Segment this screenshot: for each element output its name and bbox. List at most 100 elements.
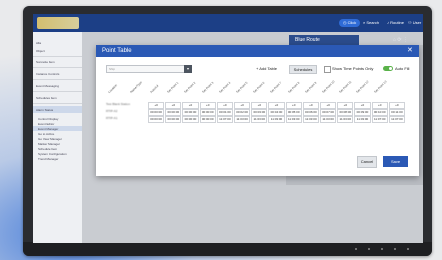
topbar-button-click[interactable]: ◷ Click xyxy=(339,19,361,27)
divider xyxy=(33,67,82,68)
table-cell[interactable]: +0 xyxy=(371,102,388,109)
save-button[interactable]: Save xyxy=(383,156,408,167)
table-cell[interactable]: 00:06:00 xyxy=(302,109,319,116)
sidebar-item[interactable]: Sonnette Item xyxy=(36,59,55,65)
table-cell[interactable]: 00:03:00 xyxy=(251,109,268,116)
table-cell[interactable]: 00:00:00 xyxy=(182,116,199,123)
table-cell[interactable]: +0 xyxy=(148,102,165,109)
app-logo xyxy=(37,17,79,29)
table-cell[interactable]: +0 xyxy=(165,102,182,109)
sidebar: Alla Object Sonnette Item Instance Contr… xyxy=(33,32,83,243)
topbar-button-search[interactable]: ⌕ Search xyxy=(363,19,379,27)
table-cell[interactable]: 11:07:00 xyxy=(388,116,405,123)
table-cell[interactable]: 00:04:00 xyxy=(268,109,285,116)
column-header: Set Point 2 xyxy=(183,80,197,94)
dialog-title: Point Table xyxy=(102,48,132,54)
table-cell[interactable]: 11:03:00 xyxy=(354,116,371,123)
table-select[interactable]: Ship xyxy=(106,65,188,73)
table-cell[interactable]: 00:08:00 xyxy=(337,109,354,116)
column-header: Set Point 1 xyxy=(166,80,180,94)
sidebar-item[interactable]: Schedules Item xyxy=(36,95,57,101)
sidebar-item[interactable]: Instance Controls xyxy=(36,71,59,77)
table-cell[interactable]: +0 xyxy=(182,102,199,109)
topbar-button-routine[interactable]: ♪ Routine xyxy=(387,19,404,27)
table-cell[interactable]: 11:03:00 xyxy=(302,116,319,123)
table-cell[interactable]: +0 xyxy=(199,102,216,109)
table-cell[interactable]: 00:00:00 xyxy=(148,109,165,116)
column-header: Set Point 12 xyxy=(355,79,370,94)
topbar-button-label: Search xyxy=(366,20,380,25)
topbar-button-user[interactable]: ⚇ User xyxy=(408,19,421,27)
point-table-dialog: Point Table ✕ Ship ▾ + Add Table Schedul… xyxy=(96,45,419,176)
column-header: Set Point 8 xyxy=(286,80,300,94)
table-cell[interactable]: 00:10:00 xyxy=(371,109,388,116)
schedules-button[interactable]: Schedules xyxy=(289,65,317,74)
table-cell[interactable]: 11:07:00 xyxy=(371,116,388,123)
close-icon[interactable]: ✕ xyxy=(407,46,413,56)
table-cell[interactable]: +0 xyxy=(337,102,354,109)
divider xyxy=(33,56,82,57)
row-label: RTIP-A2 xyxy=(106,109,118,113)
table-cell[interactable]: 00:09:00 xyxy=(354,109,371,116)
column-header: Auto/Ld xyxy=(149,83,160,94)
table-cell[interactable]: 11:03:00 xyxy=(268,116,285,123)
column-header: Set Point 13 xyxy=(372,79,388,94)
table-cell[interactable]: 00:07:00 xyxy=(320,109,337,116)
table-cell[interactable]: 00:05:00 xyxy=(285,109,302,116)
column-header: Set Point 11 xyxy=(338,79,353,94)
indicator-dot xyxy=(381,248,383,250)
table-cell[interactable]: +0 xyxy=(268,102,285,109)
table-cell[interactable]: 11:03:00 xyxy=(320,116,337,123)
clock-icon: ◷ xyxy=(343,20,347,25)
add-table-button[interactable]: + Add Table xyxy=(256,65,277,73)
home-icon[interactable]: ⌂ xyxy=(393,37,396,43)
table-cell[interactable]: +0 xyxy=(388,102,405,109)
side-panel-icons: ⌂ ⟳ ⋮ xyxy=(393,35,408,45)
chevron-down-icon[interactable]: ▾ xyxy=(184,65,192,73)
column-header: Set Point 10 xyxy=(321,79,336,94)
table-cell[interactable]: 00:00:00 xyxy=(165,116,182,123)
sidebar-item[interactable]: Alla xyxy=(36,40,41,46)
refresh-icon[interactable]: ⟳ xyxy=(397,37,401,43)
table-cell[interactable]: +0 xyxy=(354,102,371,109)
table-cell[interactable]: +0 xyxy=(302,102,319,109)
column-header: Set Point 3 xyxy=(200,80,214,94)
divider xyxy=(33,103,82,104)
table-cell[interactable]: 00:00:00 xyxy=(199,109,216,116)
side-panel-title: Blue Route xyxy=(289,35,359,45)
column-header: Set Point 9 xyxy=(303,80,318,94)
table-cell[interactable]: +0 xyxy=(234,102,251,109)
table-cell[interactable]: +0 xyxy=(320,102,337,109)
table-cell[interactable]: 11:03:00 xyxy=(234,116,251,123)
table-cell[interactable]: +0 xyxy=(285,102,302,109)
table-cell[interactable]: 00:00:00 xyxy=(182,109,199,116)
table-cell[interactable]: 11:03:00 xyxy=(251,116,268,123)
table-cell[interactable]: 00:00:00 xyxy=(148,116,165,123)
power-indicator xyxy=(407,248,409,250)
row-label: RTIP-A1 xyxy=(106,116,118,120)
sidebar-subitem[interactable]: Trend Manager xyxy=(38,156,58,162)
topbar-button-label: Click xyxy=(347,20,357,25)
column-header: Set Point 7 xyxy=(269,80,283,94)
table-cell[interactable]: 11:03:00 xyxy=(337,116,354,123)
table-cell[interactable]: 00:01:00 xyxy=(216,109,233,116)
row-label: Test Blank Station xyxy=(106,102,131,106)
table-cell[interactable]: 00:11:00 xyxy=(388,109,405,116)
table-cell[interactable]: 00:02:00 xyxy=(234,109,251,116)
cancel-button[interactable]: Cancel xyxy=(357,156,377,168)
column-header: Location xyxy=(107,83,119,94)
sidebar-item[interactable]: Object xyxy=(36,48,45,54)
table-cell[interactable]: 11:03:00 xyxy=(285,116,302,123)
bell-icon: ♪ xyxy=(387,20,389,25)
show-time-points-label: Show Time Points Only xyxy=(332,66,374,71)
table-cell[interactable]: 00:00:00 xyxy=(165,109,182,116)
show-time-points-checkbox[interactable] xyxy=(324,66,331,73)
table-cell[interactable]: +0 xyxy=(216,102,233,109)
column-header: Set Point 5 xyxy=(235,80,249,94)
table-cell[interactable]: 00:00:00 xyxy=(199,116,216,123)
table-cell[interactable]: 11:07:00 xyxy=(216,116,233,123)
sidebar-item[interactable]: Event Messaging xyxy=(36,83,59,89)
more-icon[interactable]: ⋮ xyxy=(403,37,408,43)
sidebar-item[interactable]: Alarm Status xyxy=(36,107,53,113)
table-cell[interactable]: +0 xyxy=(251,102,268,109)
